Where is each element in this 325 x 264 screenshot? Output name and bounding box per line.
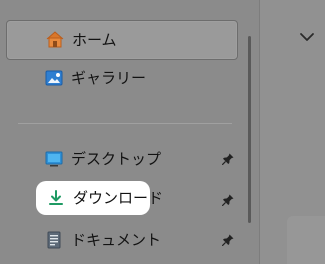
sidebar-item-label: ドキュメント bbox=[71, 230, 162, 249]
download-icon bbox=[46, 188, 66, 208]
sidebar-item-gallery[interactable]: ギャラリー bbox=[6, 58, 238, 98]
document-icon bbox=[44, 230, 64, 250]
home-icon bbox=[45, 30, 65, 50]
pin-icon[interactable] bbox=[221, 233, 235, 247]
sidebar-item-downloads[interactable]: ダウンロード bbox=[36, 181, 163, 215]
sidebar-item-label: ダウンロード bbox=[73, 188, 164, 207]
sidebar-item-label: デスクトップ bbox=[71, 149, 162, 168]
sidebar-item-documents[interactable]: ドキュメント bbox=[6, 220, 238, 260]
sidebar-item-label: ギャラリー bbox=[71, 68, 147, 87]
sidebar-item-desktop[interactable]: デスクトップ bbox=[6, 139, 238, 179]
chevron-down-icon[interactable] bbox=[297, 27, 317, 47]
gallery-icon bbox=[44, 68, 64, 88]
sidebar-item-home[interactable]: ホーム bbox=[6, 20, 238, 60]
sidebar-item-label: ホーム bbox=[72, 30, 117, 49]
pin-icon[interactable] bbox=[221, 193, 235, 207]
file-explorer-panel: ホーム ギャラリー デスクトップ ダウンロード ドキュメント bbox=[0, 0, 325, 264]
desktop-icon bbox=[44, 149, 64, 169]
pin-icon[interactable] bbox=[221, 152, 235, 166]
content-area-corner bbox=[287, 216, 325, 264]
section-divider bbox=[18, 123, 232, 124]
sidebar-scrollbar[interactable] bbox=[248, 36, 251, 223]
